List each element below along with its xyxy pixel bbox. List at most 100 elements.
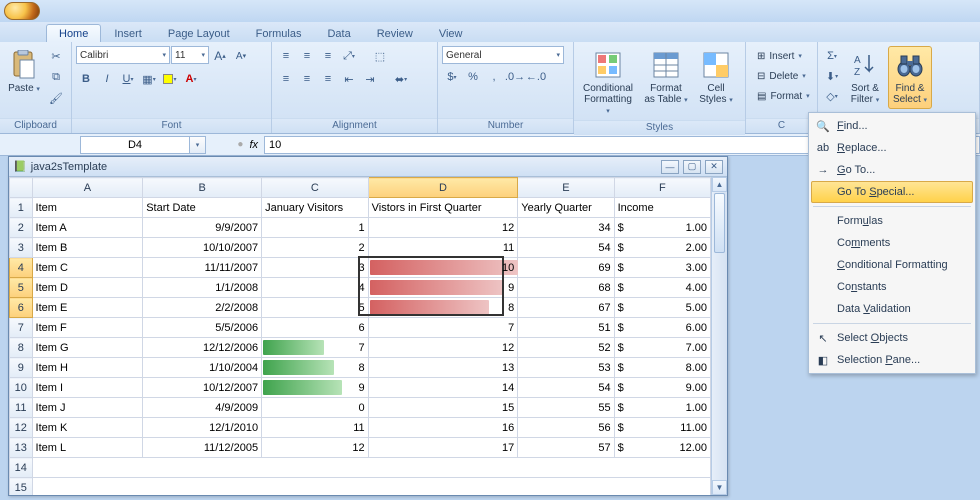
cell[interactable]: 3 — [262, 258, 369, 278]
cell[interactable]: 2/2/2008 — [143, 298, 262, 318]
insert-cells-button[interactable]: ⊞Insert ▾ — [750, 46, 809, 66]
cell[interactable]: 5/5/2006 — [143, 318, 262, 338]
cell[interactable]: Item E — [32, 298, 143, 318]
cell[interactable]: 15 — [368, 398, 518, 418]
align-middle-button[interactable]: ≡ — [297, 46, 317, 66]
bold-button[interactable]: B — [76, 69, 96, 89]
col-header-A[interactable]: A — [32, 178, 143, 198]
row-header-6[interactable]: 6 — [10, 298, 33, 318]
cell[interactable]: 11/12/2005 — [143, 438, 262, 458]
currency-button[interactable]: $▾ — [442, 67, 462, 87]
cell[interactable]: 8 — [262, 358, 369, 378]
find-select-button[interactable]: Find &Select ▾ — [888, 46, 932, 109]
cell[interactable]: $4.00 — [614, 278, 710, 298]
cell[interactable]: 5 — [262, 298, 369, 318]
cell[interactable]: 2 — [262, 238, 369, 258]
cell[interactable]: 17 — [368, 438, 518, 458]
row-header-11[interactable]: 11 — [10, 398, 33, 418]
scroll-up-button[interactable]: ▲ — [712, 177, 727, 192]
decrease-decimal-button[interactable]: ←.0 — [526, 67, 546, 87]
col-header-F[interactable]: F — [614, 178, 710, 198]
minimize-button[interactable]: — — [661, 160, 679, 174]
align-center-button[interactable]: ≡ — [297, 69, 317, 89]
cell[interactable]: $1.00 — [614, 218, 710, 238]
cell[interactable]: $12.00 — [614, 438, 710, 458]
cell[interactable]: Item C — [32, 258, 143, 278]
cell[interactable]: Item K — [32, 418, 143, 438]
format-as-table-button[interactable]: Formatas Table ▾ — [640, 46, 692, 109]
cell[interactable]: Item A — [32, 218, 143, 238]
cell[interactable]: 34 — [518, 218, 614, 238]
cell[interactable]: 10/10/2007 — [143, 238, 262, 258]
border-button[interactable]: ▦▾ — [139, 69, 159, 89]
format-cells-button[interactable]: ▤Format ▾ — [750, 86, 817, 106]
cell[interactable]: 51 — [518, 318, 614, 338]
cell[interactable]: $9.00 — [614, 378, 710, 398]
row-header-4[interactable]: 4 — [10, 258, 33, 278]
cell[interactable]: $7.00 — [614, 338, 710, 358]
cell[interactable]: 68 — [518, 278, 614, 298]
cell[interactable]: Item G — [32, 338, 143, 358]
row-header-10[interactable]: 10 — [10, 378, 33, 398]
format-painter-button[interactable]: 🖌 — [46, 88, 66, 108]
cell[interactable]: $5.00 — [614, 298, 710, 318]
align-bottom-button[interactable]: ≡ — [318, 46, 338, 66]
cell[interactable]: Item H — [32, 358, 143, 378]
scroll-thumb[interactable] — [714, 193, 725, 253]
cell[interactable]: 1 — [262, 218, 369, 238]
cell[interactable]: 1/10/2004 — [143, 358, 262, 378]
grow-font-button[interactable]: A▴ — [210, 46, 230, 66]
tab-insert[interactable]: Insert — [101, 24, 155, 42]
close-button[interactable]: ✕ — [705, 160, 723, 174]
cell[interactable]: 11 — [262, 418, 369, 438]
increase-decimal-button[interactable]: .0→ — [505, 67, 525, 87]
row-header-14[interactable]: 14 — [10, 458, 33, 478]
comma-button[interactable]: , — [484, 67, 504, 87]
header-cell[interactable]: Item — [32, 198, 143, 218]
cell[interactable]: 12/12/2006 — [143, 338, 262, 358]
cell[interactable]: 4 — [262, 278, 369, 298]
cell[interactable]: 57 — [518, 438, 614, 458]
font-size-select[interactable]: 11▾ — [171, 46, 209, 64]
menu-constants[interactable]: Constants — [811, 276, 973, 298]
row-header-9[interactable]: 9 — [10, 358, 33, 378]
cell[interactable]: 52 — [518, 338, 614, 358]
cell[interactable]: 54 — [518, 378, 614, 398]
cell[interactable]: $6.00 — [614, 318, 710, 338]
cell[interactable]: 16 — [368, 418, 518, 438]
cell[interactable]: 9/9/2007 — [143, 218, 262, 238]
cell[interactable]: $1.00 — [614, 398, 710, 418]
tab-home[interactable]: Home — [46, 24, 101, 42]
fill-color-button[interactable]: ▾ — [160, 69, 180, 89]
cell[interactable]: 10 — [368, 258, 518, 278]
cell[interactable]: 7 — [262, 338, 369, 358]
cell[interactable]: 11 — [368, 238, 518, 258]
merge-center-button[interactable]: ⬌▾ — [381, 69, 421, 89]
copy-button[interactable]: ⧉ — [46, 67, 66, 87]
tab-data[interactable]: Data — [314, 24, 363, 42]
number-format-select[interactable]: General▾ — [442, 46, 564, 64]
font-color-button[interactable]: A▾ — [181, 69, 201, 89]
wrap-text-button[interactable]: ⬚ — [360, 46, 400, 66]
menu-selobj[interactable]: ↖Select Objects — [811, 327, 973, 349]
fx-icon[interactable]: fx — [249, 139, 258, 151]
cell[interactable]: 53 — [518, 358, 614, 378]
cell[interactable]: 12/1/2010 — [143, 418, 262, 438]
header-cell[interactable]: January Visitors — [262, 198, 369, 218]
cell[interactable]: 56 — [518, 418, 614, 438]
worksheet-titlebar[interactable]: 📗 java2sTemplate — ▢ ✕ — [9, 157, 727, 177]
row-header-1[interactable]: 1 — [10, 198, 33, 218]
cell[interactable]: 10/12/2007 — [143, 378, 262, 398]
cell[interactable]: 9 — [262, 378, 369, 398]
cell[interactable]: 1/1/2008 — [143, 278, 262, 298]
menu-condfmt[interactable]: Conditional Formatting — [811, 254, 973, 276]
percent-button[interactable]: % — [463, 67, 483, 87]
office-button[interactable] — [4, 2, 40, 20]
align-left-button[interactable]: ≡ — [276, 69, 296, 89]
header-cell[interactable]: Vistors in First Quarter — [368, 198, 518, 218]
fill-button[interactable]: ⬇▾ — [822, 66, 842, 86]
cut-button[interactable]: ✂ — [46, 46, 66, 66]
cell[interactable]: Item F — [32, 318, 143, 338]
cell[interactable]: 69 — [518, 258, 614, 278]
menu-selpane[interactable]: ◧Selection Pane... — [811, 349, 973, 371]
